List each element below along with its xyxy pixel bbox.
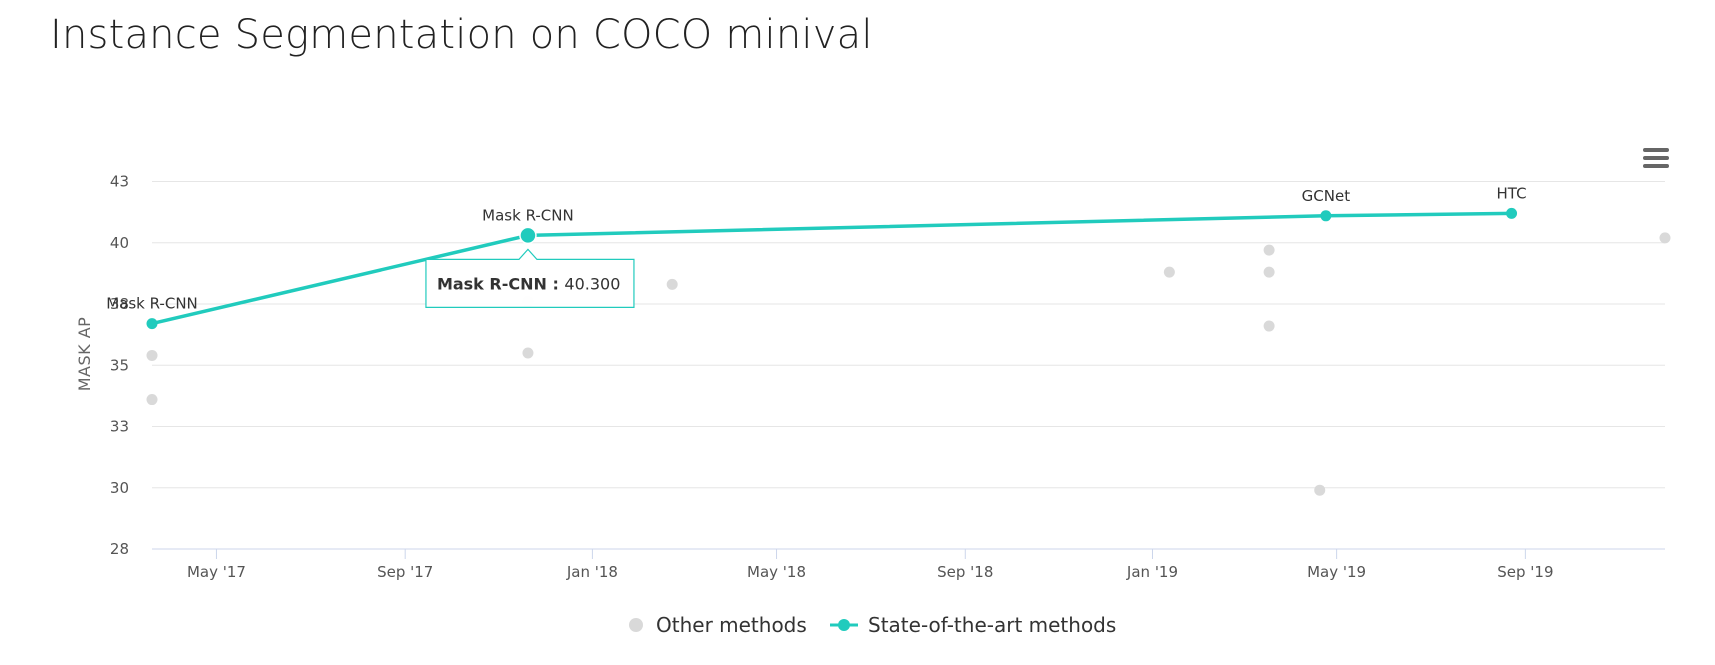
sota-point bbox=[1506, 207, 1518, 219]
legend-label-sota-methods: State-of-the-art methods bbox=[868, 613, 1116, 637]
x-tick-label: May '19 bbox=[1307, 563, 1366, 581]
y-tick-label: 35 bbox=[110, 356, 129, 374]
other-method-point bbox=[1314, 484, 1326, 496]
other-method-point bbox=[1263, 244, 1275, 256]
x-tick-label: Sep '17 bbox=[377, 563, 433, 581]
sota-methods-series bbox=[146, 207, 1518, 330]
y-tick-label: 33 bbox=[110, 418, 129, 436]
sota-point bbox=[519, 226, 537, 245]
other-method-point bbox=[1163, 266, 1175, 278]
chart: 28303335384043 May '17 Sep '17 Jan '18 May … bbox=[75, 148, 1671, 637]
other-method-point bbox=[1263, 320, 1275, 332]
tooltip-name: Mask R-CNN bbox=[437, 274, 547, 293]
other-method-point bbox=[1659, 232, 1671, 244]
x-tick-label: Sep '19 bbox=[1497, 563, 1553, 581]
x-tick-label: Sep '18 bbox=[937, 563, 993, 581]
y-tick-label: 43 bbox=[110, 173, 129, 191]
point-labels: Mask R-CNN Mask R-CNN GCNet HTC bbox=[106, 184, 1526, 312]
point-label: GCNet bbox=[1302, 187, 1351, 205]
tooltip-value: 40.300 bbox=[564, 274, 620, 293]
x-tick-label: Jan '19 bbox=[1126, 563, 1178, 581]
legend-label-other-methods: Other methods bbox=[656, 613, 807, 637]
sota-point bbox=[146, 318, 158, 330]
tooltip: Mask R-CNN : 40.300 bbox=[425, 248, 635, 308]
tooltip-text: Mask R-CNN : 40.300 bbox=[437, 274, 620, 293]
y-axis-title: MASK AP bbox=[75, 317, 94, 392]
sota-point bbox=[1320, 210, 1332, 222]
point-label: Mask R-CNN bbox=[106, 295, 198, 313]
other-method-point bbox=[522, 347, 534, 359]
grid-lines bbox=[152, 181, 1665, 550]
point-label: HTC bbox=[1497, 184, 1527, 202]
legend-item-other-methods[interactable]: Other methods bbox=[629, 613, 807, 637]
other-method-point bbox=[146, 394, 158, 406]
chart-menu-icon[interactable] bbox=[1643, 148, 1669, 168]
x-tick-label: May '17 bbox=[187, 563, 246, 581]
y-tick-label: 30 bbox=[110, 479, 129, 497]
y-tick-label: 28 bbox=[110, 540, 129, 558]
x-tick-label: May '18 bbox=[747, 563, 806, 581]
tooltip-separator: : bbox=[547, 274, 565, 293]
other-method-point bbox=[146, 349, 158, 361]
x-tick-label: Jan '18 bbox=[566, 563, 618, 581]
legend-item-sota-methods[interactable]: State-of-the-art methods bbox=[830, 613, 1116, 637]
legend-marker-other-methods bbox=[629, 618, 643, 632]
point-label: Mask R-CNN bbox=[482, 206, 574, 224]
sota-line bbox=[150, 211, 1514, 326]
other-method-point bbox=[666, 278, 678, 290]
other-method-point bbox=[1263, 266, 1275, 278]
y-tick-label: 40 bbox=[110, 234, 129, 252]
legend: Other methods State-of-the-art methods bbox=[629, 613, 1116, 637]
y-axis: 28303335384043 bbox=[110, 173, 129, 559]
legend-marker-sota-methods bbox=[838, 619, 850, 631]
x-axis: May '17 Sep '17 Jan '18 May '18 Sep '18 Jan '… bbox=[187, 549, 1553, 581]
